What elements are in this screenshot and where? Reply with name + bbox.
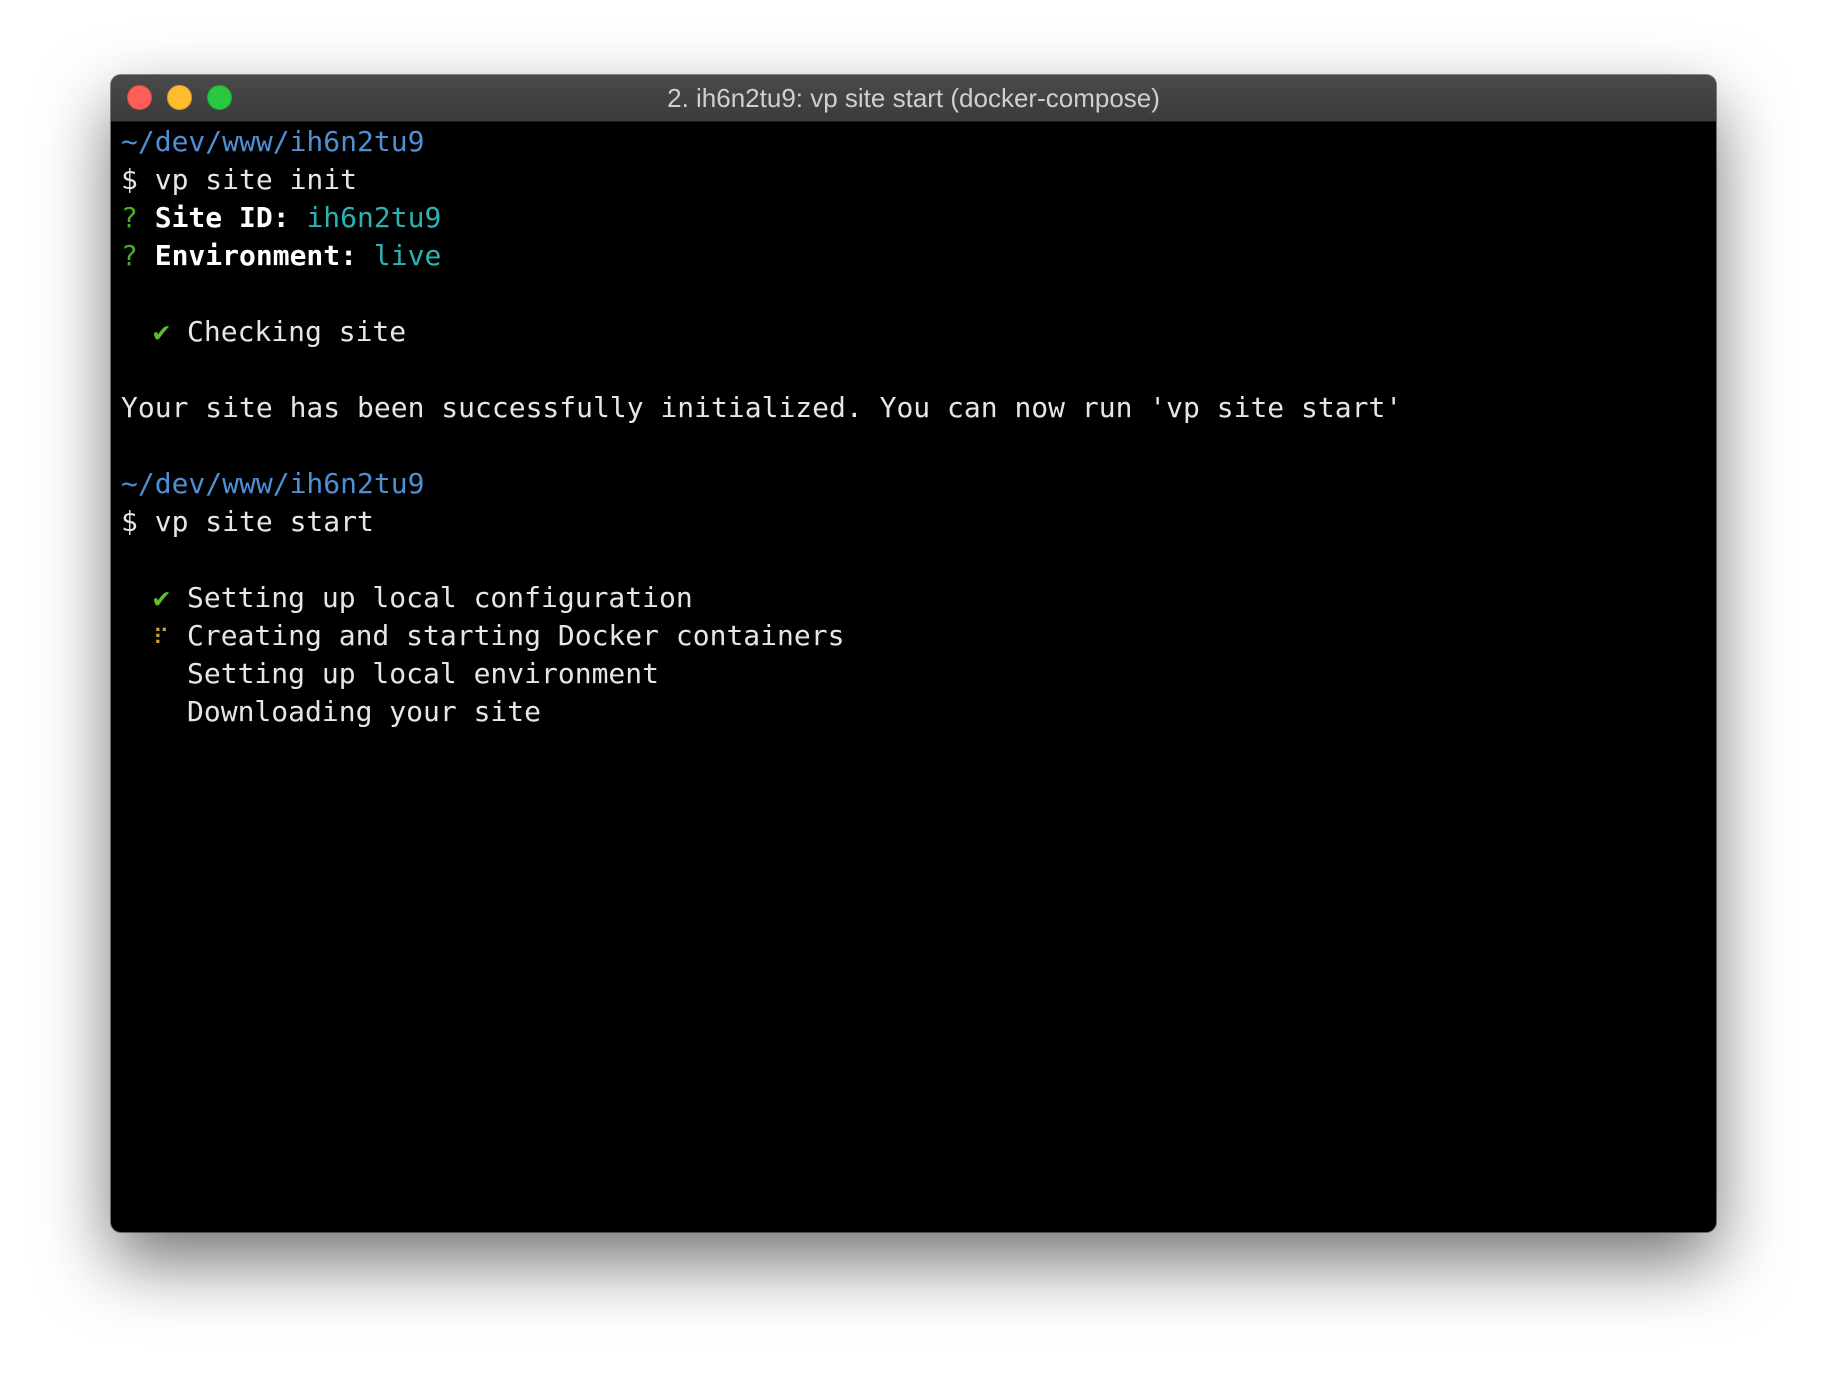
task-line: Downloading your site xyxy=(121,693,1706,731)
task-line: ✔ Setting up local configuration xyxy=(121,579,1706,617)
check-icon: ✔ xyxy=(153,315,170,348)
prompt-answer: live xyxy=(373,239,442,272)
question-marker: ? xyxy=(121,239,138,272)
prompt-site-id: ? Site ID: ih6n2tu9 xyxy=(121,199,1706,237)
task-text: Setting up local configuration xyxy=(187,581,693,614)
command-line: $ vp site init xyxy=(121,163,358,196)
prompt-path: ~/dev/www/ih6n2tu9 xyxy=(121,125,425,158)
task-text: Creating and starting Docker containers xyxy=(187,619,845,652)
terminal-output[interactable]: ~/dev/www/ih6n2tu9 $ vp site init ? Site… xyxy=(121,123,1706,1232)
prompt-environment: ? Environment: live xyxy=(121,237,1706,275)
task-text: Checking site xyxy=(187,315,407,348)
task-line: ✔ Checking site xyxy=(121,313,1706,351)
check-icon: ✔ xyxy=(153,581,170,614)
task-text: Downloading your site xyxy=(187,695,542,728)
title-bar[interactable]: 2. ih6n2tu9: vp site start (docker-compo… xyxy=(111,75,1716,122)
spinner-icon: ⠏ xyxy=(153,626,170,651)
prompt-label: Site ID: xyxy=(154,201,290,234)
prompt-answer: ih6n2tu9 xyxy=(306,201,442,234)
command-line: $ vp site start xyxy=(121,505,374,538)
question-marker: ? xyxy=(121,201,138,234)
prompt-label: Environment: xyxy=(154,239,358,272)
prompt-path: ~/dev/www/ih6n2tu9 xyxy=(121,467,425,500)
task-text: Setting up local environment xyxy=(187,657,660,690)
success-message: Your site has been successfully initiali… xyxy=(121,391,1403,424)
window-title: 2. ih6n2tu9: vp site start (docker-compo… xyxy=(667,83,1160,113)
task-line: ⠏ Creating and starting Docker containers xyxy=(121,617,1706,655)
terminal-window: 2. ih6n2tu9: vp site start (docker-compo… xyxy=(111,75,1716,1232)
task-line: Setting up local environment xyxy=(121,655,1706,693)
